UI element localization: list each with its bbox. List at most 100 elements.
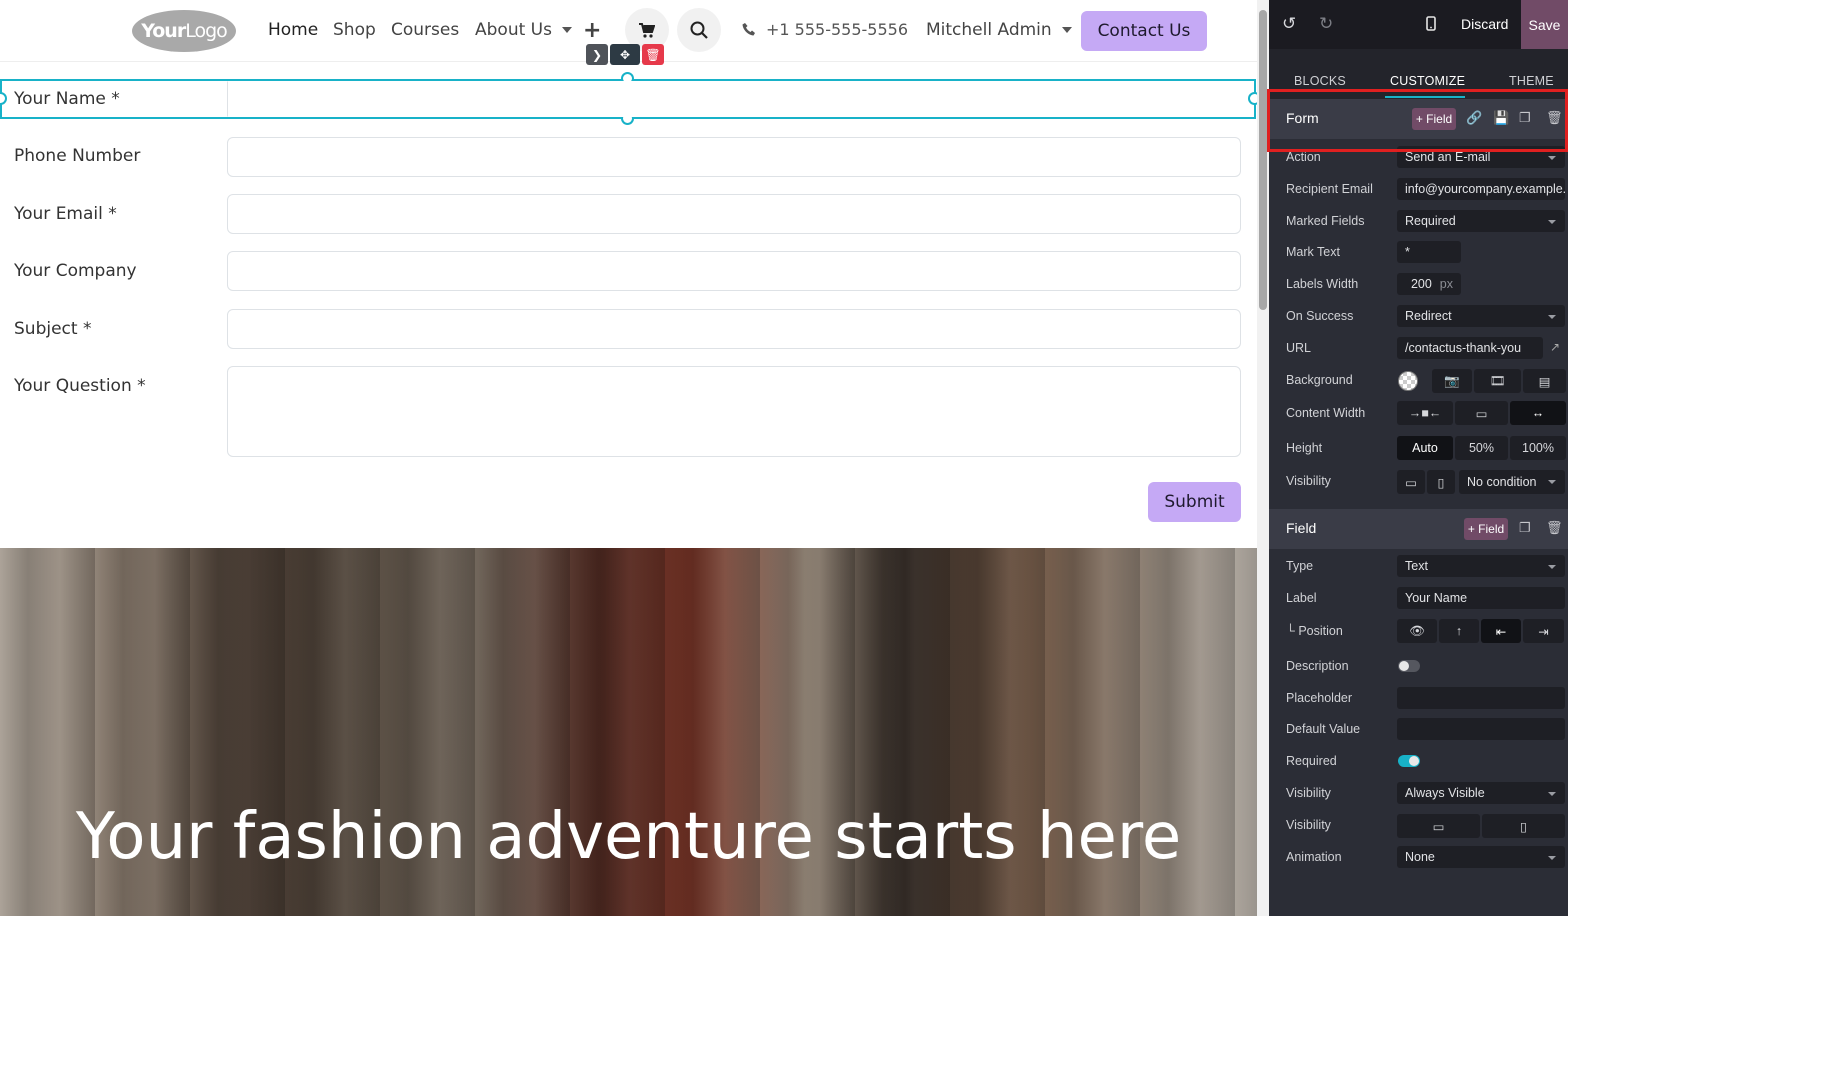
move-icon[interactable]: ✥ [610,44,640,65]
discard-button[interactable]: Discard [1461,16,1508,32]
website-canvas: Your Logo Home Shop Courses About Us + +1… [0,0,1257,916]
action-select[interactable]: Send an E-mail [1397,146,1565,168]
nav-about-us[interactable]: About Us [475,20,572,40]
recipient-email-input[interactable]: info@yourcompany.example.com [1397,178,1565,200]
hide-mobile-icon[interactable]: ▯ [1427,470,1455,494]
user-menu[interactable]: Mitchell Admin [926,20,1072,40]
label-your-name: Your Name * [14,89,120,109]
label-label: Label [1286,591,1317,605]
background-color-picker[interactable] [1398,371,1418,391]
placeholder-label: Placeholder [1286,691,1353,705]
snippet-toolbar: ❯ ✥ 🗑 [586,44,664,65]
label-right-icon[interactable]: ⇥ [1523,619,1564,643]
recipient-email-label: Recipient Email [1286,182,1373,196]
on-success-select[interactable]: Redirect [1397,305,1565,327]
default-value-input[interactable] [1397,718,1565,740]
form-section-title: Form [1286,110,1319,126]
your-company-input[interactable] [227,251,1241,291]
editor-sidebar: ↺ ↻ Discard Save BLOCKS CUSTOMIZE THEME … [1269,0,1568,916]
link-icon[interactable]: 🔗 [1466,110,1482,126]
height-auto[interactable]: Auto [1397,436,1453,460]
search-button[interactable] [677,8,721,52]
position-label: └ Position [1286,624,1343,638]
url-input[interactable]: /contactus-thank-you [1397,337,1543,359]
scrollbar-thumb[interactable] [1259,10,1267,310]
editor-tabs: BLOCKS CUSTOMIZE THEME [1269,49,1568,99]
subject-input[interactable] [227,309,1241,349]
trash-icon[interactable]: 🗑 [1546,520,1563,536]
logo-bold-text: Your [141,20,186,42]
label-input[interactable]: Your Name [1397,587,1565,609]
url-label: URL [1286,341,1312,355]
type-label: Type [1286,559,1314,573]
resize-handle-right[interactable] [1248,92,1257,105]
background-label: Background [1286,373,1353,387]
required-toggle[interactable] [1398,755,1420,767]
tab-customize[interactable]: CUSTOMIZE [1390,74,1465,88]
site-logo[interactable]: Your Logo [132,10,236,52]
camera-icon[interactable]: 📷 [1432,369,1472,393]
width-small-icon[interactable]: →■← [1397,401,1453,425]
video-icon[interactable]: 🎞 [1474,369,1521,393]
label-top-icon[interactable]: ↑ [1439,619,1479,643]
undo-icon[interactable]: ↺ [1282,14,1296,34]
tab-blocks[interactable]: BLOCKS [1294,74,1346,88]
width-regular-icon[interactable]: ▭ [1455,401,1508,425]
animation-select[interactable]: None [1397,846,1565,868]
nav-shop[interactable]: Shop [333,20,376,40]
required-label: Required [1286,754,1337,768]
placeholder-input[interactable] [1397,687,1565,709]
chevron-down-icon [1061,27,1072,33]
your-question-textarea[interactable] [227,366,1241,457]
phone-number-input[interactable] [227,137,1241,177]
duplicate-icon[interactable]: ❐ [1519,520,1531,536]
field-add-field-button[interactable]: + Field [1464,518,1508,540]
your-name-input[interactable] [227,81,1241,117]
content-width-label: Content Width [1286,406,1366,420]
submit-button[interactable]: Submit [1148,482,1241,522]
height-100[interactable]: 100% [1510,436,1566,460]
editor-topbar: ↺ ↻ Discard Save [1269,0,1568,49]
height-50[interactable]: 50% [1455,436,1508,460]
duplicate-icon[interactable]: ❐ [1519,110,1531,126]
visibility-condition-select[interactable]: No condition [1459,470,1565,494]
width-full-icon[interactable]: ↔ [1510,401,1566,425]
field-section-header: Field + Field ❐ 🗑 [1269,509,1568,549]
field-section-title: Field [1286,520,1317,536]
description-label: Description [1286,659,1349,673]
nav-home[interactable]: Home [268,20,318,40]
contact-us-button[interactable]: Contact Us [1081,11,1207,51]
contact-form: Your Name * Phone Number Your Email * Yo… [0,63,1257,548]
field-visibility-select[interactable]: Always Visible [1397,782,1565,804]
hide-desktop-icon[interactable]: ▭ [1397,814,1480,838]
nav-courses[interactable]: Courses [391,20,459,40]
redo-icon[interactable]: ↻ [1319,14,1333,34]
your-email-input[interactable] [227,194,1241,234]
save-button[interactable]: Save [1521,0,1568,49]
hidden-label-icon[interactable]: 👁 [1397,619,1437,643]
mobile-preview-icon[interactable] [1426,16,1436,31]
labels-width-value: 200 [1410,277,1432,291]
visibility-label: Visibility [1286,474,1331,488]
save-block-icon[interactable]: 💾 [1493,110,1509,126]
trash-icon[interactable]: 🗑 [642,44,664,65]
hide-desktop-icon[interactable]: ▭ [1397,470,1425,494]
external-link-icon[interactable]: ↗ [1550,340,1560,354]
mark-text-input[interactable]: * [1397,241,1461,263]
page-scrollbar[interactable] [1257,0,1269,916]
marked-fields-select[interactable]: Required [1397,210,1565,232]
shape-icon[interactable]: ▤ [1523,369,1566,393]
tab-theme[interactable]: THEME [1509,74,1554,88]
labels-width-input[interactable]: 200 px [1397,273,1461,295]
type-select[interactable]: Text [1397,555,1565,577]
label-left-icon[interactable]: ⇤ [1481,619,1521,643]
add-menu-item-icon[interactable]: + [583,18,601,43]
description-toggle[interactable] [1398,660,1420,672]
user-name: Mitchell Admin [926,20,1052,40]
hide-mobile-icon[interactable]: ▯ [1482,814,1565,838]
chevron-right-icon[interactable]: ❯ [586,44,608,65]
form-add-field-button[interactable]: + Field [1412,108,1456,130]
phone-link[interactable]: +1 555-555-5556 [742,20,908,39]
background-options: 📷 🎞 ▤ [1432,369,1566,393]
trash-icon[interactable]: 🗑 [1546,110,1563,126]
